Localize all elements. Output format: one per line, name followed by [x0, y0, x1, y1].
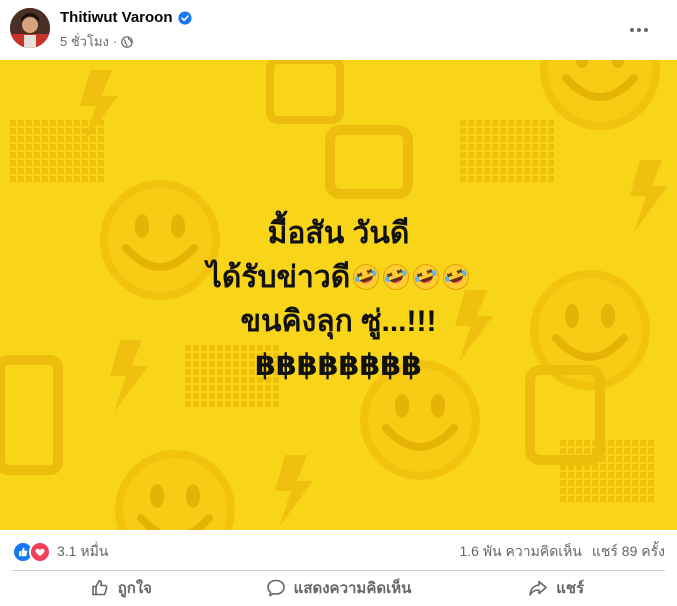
text-line-1: มื้อสัน วันดี	[267, 217, 410, 250]
post-image[interactable]: มื้อสัน วันดี ได้รับข่าวดี ขนคิงลุก ซู่.…	[0, 60, 677, 530]
dot-icon	[644, 28, 648, 32]
engagement-counts: 1.6 พัน ความคิดเห็น แชร์ 89 ครั้ง	[459, 541, 665, 563]
emoji-row	[352, 263, 470, 291]
rolling-laughing-emoji	[413, 264, 440, 290]
post-time[interactable]: 5 ชั่วโมง	[60, 31, 109, 52]
share-button[interactable]: แชร์	[447, 571, 665, 605]
globe-icon	[121, 35, 134, 48]
author-name[interactable]: Thitiwut Varoon	[60, 9, 173, 26]
text-line-2-words: ได้รับข่าวดี	[206, 261, 351, 294]
dot-icon	[630, 28, 634, 32]
comment-count[interactable]: 1.6 พัน ความคิดเห็น	[459, 541, 581, 563]
post-meta: 5 ชั่วโมง ·	[60, 31, 134, 52]
reaction-summary[interactable]: 3.1 หมื่น	[12, 541, 108, 563]
text-line-3: ขนคิงลุก ซู่...!!!	[240, 305, 437, 338]
more-options-button[interactable]	[621, 12, 657, 48]
pixel-grid-icon	[560, 440, 656, 504]
text-line-2: ได้รับข่าวดี	[0, 256, 677, 300]
smiley-icon	[540, 60, 660, 130]
post-text: มื้อสัน วันดี ได้รับข่าวดี ขนคิงลุก ซู่.…	[0, 212, 677, 388]
verified-badge-icon	[177, 10, 192, 25]
author-name-row: Thitiwut Varoon	[60, 9, 192, 26]
comment-icon	[266, 579, 285, 597]
share-count[interactable]: แชร์ 89 ครั้ง	[592, 541, 665, 563]
comment-label: แสดงความคิดเห็น	[293, 580, 412, 597]
love-icon	[29, 541, 51, 563]
pixel-grid-icon	[10, 120, 106, 184]
smiley-icon	[115, 450, 235, 530]
post-stats: 3.1 หมื่น 1.6 พัน ความคิดเห็น แชร์ 89 คร…	[0, 530, 677, 570]
comment-button[interactable]: แสดงความคิดเห็น	[230, 571, 448, 605]
text-line-4: ฿฿฿฿฿฿฿฿	[255, 349, 422, 382]
share-icon	[529, 580, 548, 596]
post-actions: ถูกใจ แสดงความคิดเห็น แชร์	[12, 570, 665, 605]
like-button[interactable]: ถูกใจ	[12, 571, 230, 605]
rolling-laughing-emoji	[443, 264, 470, 290]
reaction-count[interactable]: 3.1 หมื่น	[57, 541, 108, 563]
share-label: แชร์	[556, 580, 585, 597]
rolling-laughing-emoji	[353, 264, 380, 290]
avatar[interactable]	[10, 8, 50, 48]
thumbs-up-icon	[91, 579, 108, 596]
lightning-icon	[275, 455, 313, 527]
like-label: ถูกใจ	[117, 580, 152, 597]
meta-separator: ·	[112, 34, 118, 49]
post-header: Thitiwut Varoon 5 ชั่วโมง ·	[0, 0, 677, 60]
rolling-laughing-emoji	[383, 264, 410, 290]
dot-icon	[637, 28, 641, 32]
pixel-grid-icon	[460, 120, 556, 184]
